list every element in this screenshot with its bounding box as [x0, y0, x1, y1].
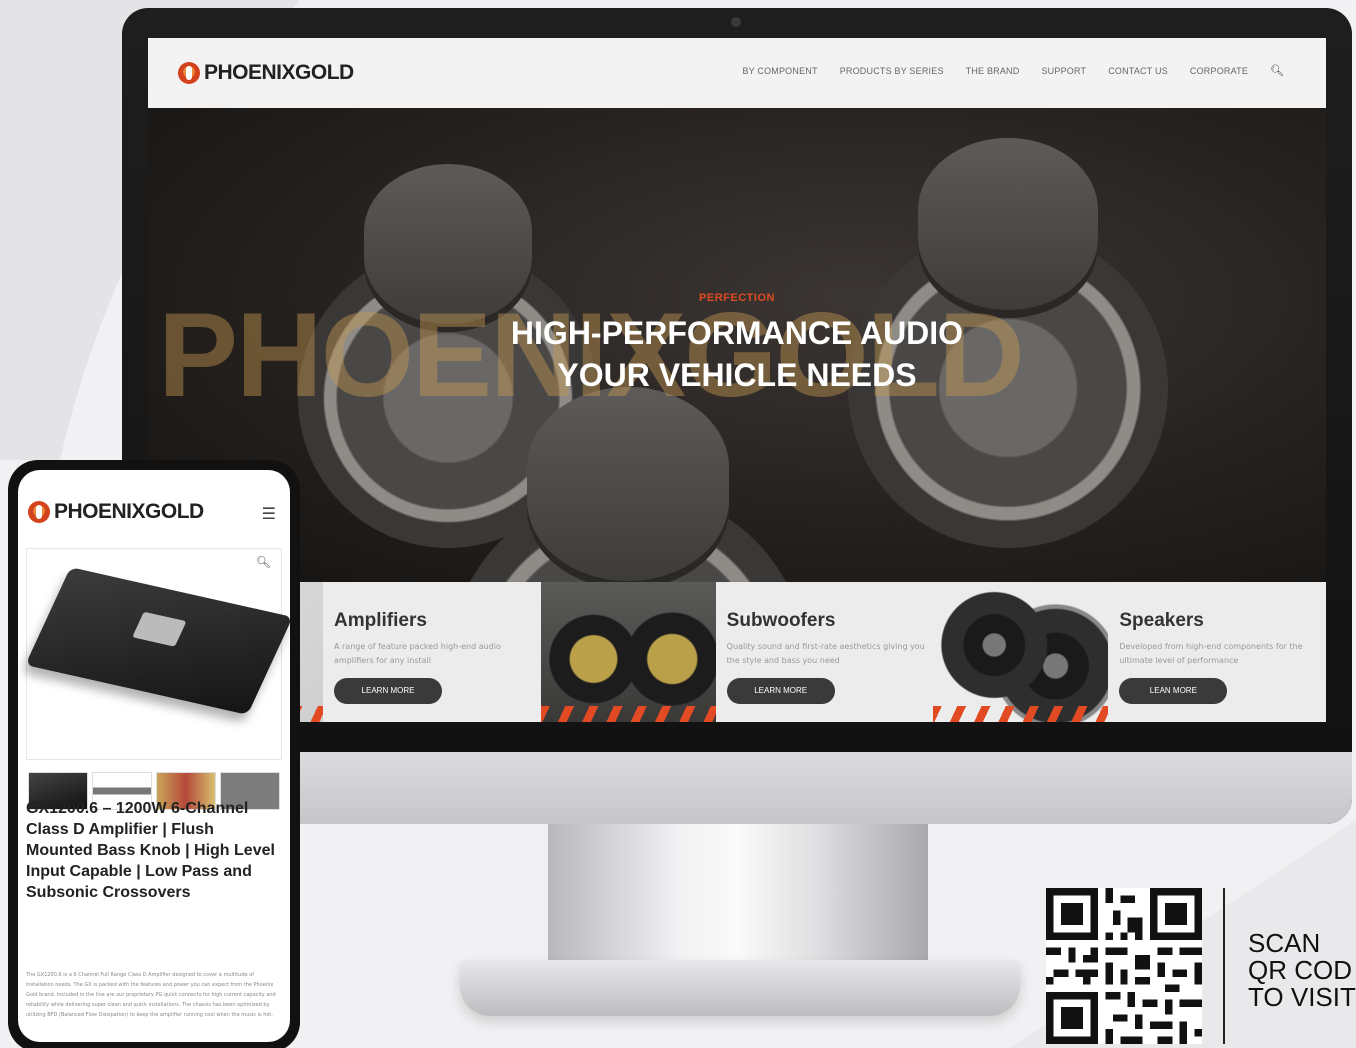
- card-speakers: Speakers Developed from high-end compone…: [933, 582, 1326, 722]
- mobile-screen: PHOENIXGOLD ☰ 🔍︎ GX1200.6 – 1200W 6-Chan…: [18, 470, 290, 1042]
- card-title: Amplifiers: [334, 610, 427, 631]
- qr-divider: [1223, 888, 1225, 1044]
- nav-products-by-series[interactable]: PRODUCTS BY SERIES: [840, 66, 944, 76]
- search-icon[interactable]: 🔍︎: [256, 555, 271, 569]
- nav-corporate[interactable]: CORPORATE: [1190, 66, 1248, 76]
- product-title: GX1200.6 – 1200W 6-Channel Class D Ampli…: [26, 800, 275, 901]
- imac-chin: [122, 752, 1352, 824]
- card-stripes: [540, 706, 716, 722]
- mobile-header: PHOENIXGOLD ☰: [18, 492, 290, 532]
- scan-qr-text: SCAN QR COD TO VISIT: [1248, 930, 1356, 1011]
- subwoofer-box-image: [540, 582, 716, 722]
- imac-camera: [731, 17, 741, 27]
- hamburger-icon[interactable]: ☰: [262, 504, 276, 523]
- learn-more-button[interactable]: LEARN MORE: [334, 678, 442, 704]
- nav-support[interactable]: SUPPORT: [1041, 66, 1086, 76]
- mobile-device: PHOENIXGOLD ☰ 🔍︎ GX1200.6 – 1200W 6-Chan…: [8, 460, 300, 1048]
- phoenix-logo-icon: [178, 62, 200, 84]
- nav-contact-us[interactable]: CONTACT US: [1108, 66, 1168, 76]
- card-title: Subwoofers: [726, 610, 836, 631]
- card-description: Developed from high-end components for t…: [1119, 642, 1303, 665]
- imac-base: [460, 960, 1020, 1016]
- card-body: Speakers Developed from high-end compone…: [1119, 610, 1319, 704]
- card-title: Speakers: [1119, 610, 1204, 631]
- product-description: The GX1200.6 is a 6 Channel Full Range C…: [26, 972, 276, 1018]
- qr-code[interactable]: [1046, 888, 1202, 1044]
- card-subwoofers: Subwoofers Quality sound and first-rate …: [540, 582, 934, 722]
- hero-title: HIGH-PERFORMANCE AUDIO YOUR VEHICLE NEED…: [148, 312, 1326, 396]
- main-nav: BY COMPONENT PRODUCTS BY SERIES THE BRAN…: [742, 64, 1284, 77]
- desktop-screen: PHOENIXGOLD BY COMPONENT PRODUCTS BY SER…: [148, 38, 1326, 722]
- scan-text-line-1: SCAN: [1248, 928, 1321, 958]
- search-icon[interactable]: 🔍︎: [1270, 64, 1284, 77]
- hero-title-line-2: YOUR VEHICLE NEEDS: [557, 357, 917, 393]
- phoenix-logo-icon: [28, 501, 50, 523]
- brand-logo[interactable]: PHOENIXGOLD: [178, 61, 354, 85]
- nav-the-brand[interactable]: THE BRAND: [966, 66, 1020, 76]
- card-body: Amplifiers A range of feature packed hig…: [334, 610, 534, 704]
- site-header: PHOENIXGOLD BY COMPONENT PRODUCTS BY SER…: [148, 38, 1326, 108]
- scan-text-line-3: TO VISIT: [1248, 982, 1356, 1012]
- brand-name: PHOENIXGOLD: [204, 61, 354, 84]
- card-stripes: [933, 706, 1109, 722]
- phoenix-badge-icon: [132, 611, 187, 647]
- hero-banner: PHOENIXGOLD PERFECTION HIGH-PERFORMANCE …: [148, 108, 1326, 582]
- amplifier-product-image: [25, 567, 290, 715]
- learn-more-button[interactable]: LEAN MORE: [1119, 678, 1228, 704]
- card-description: A range of feature packed high-end audio…: [334, 642, 501, 665]
- brand-name: PHOENIXGOLD: [54, 500, 204, 523]
- card-description: Quality sound and first-rate aesthetics …: [726, 642, 925, 665]
- learn-more-button[interactable]: LEARN MORE: [726, 678, 835, 704]
- mobile-brand-logo[interactable]: PHOENIXGOLD: [28, 500, 204, 524]
- scan-text-line-2: QR COD: [1248, 955, 1352, 985]
- hero-kicker: PERFECTION: [699, 292, 775, 304]
- category-cards: Amplifiers A range of feature packed hig…: [148, 582, 1326, 722]
- hero-title-line-1: HIGH-PERFORMANCE AUDIO: [510, 315, 964, 351]
- speakers-image: [933, 582, 1109, 722]
- card-body: Subwoofers Quality sound and first-rate …: [726, 610, 927, 704]
- nav-by-component[interactable]: BY COMPONENT: [742, 66, 817, 76]
- product-image-frame: 🔍︎: [25, 548, 290, 760]
